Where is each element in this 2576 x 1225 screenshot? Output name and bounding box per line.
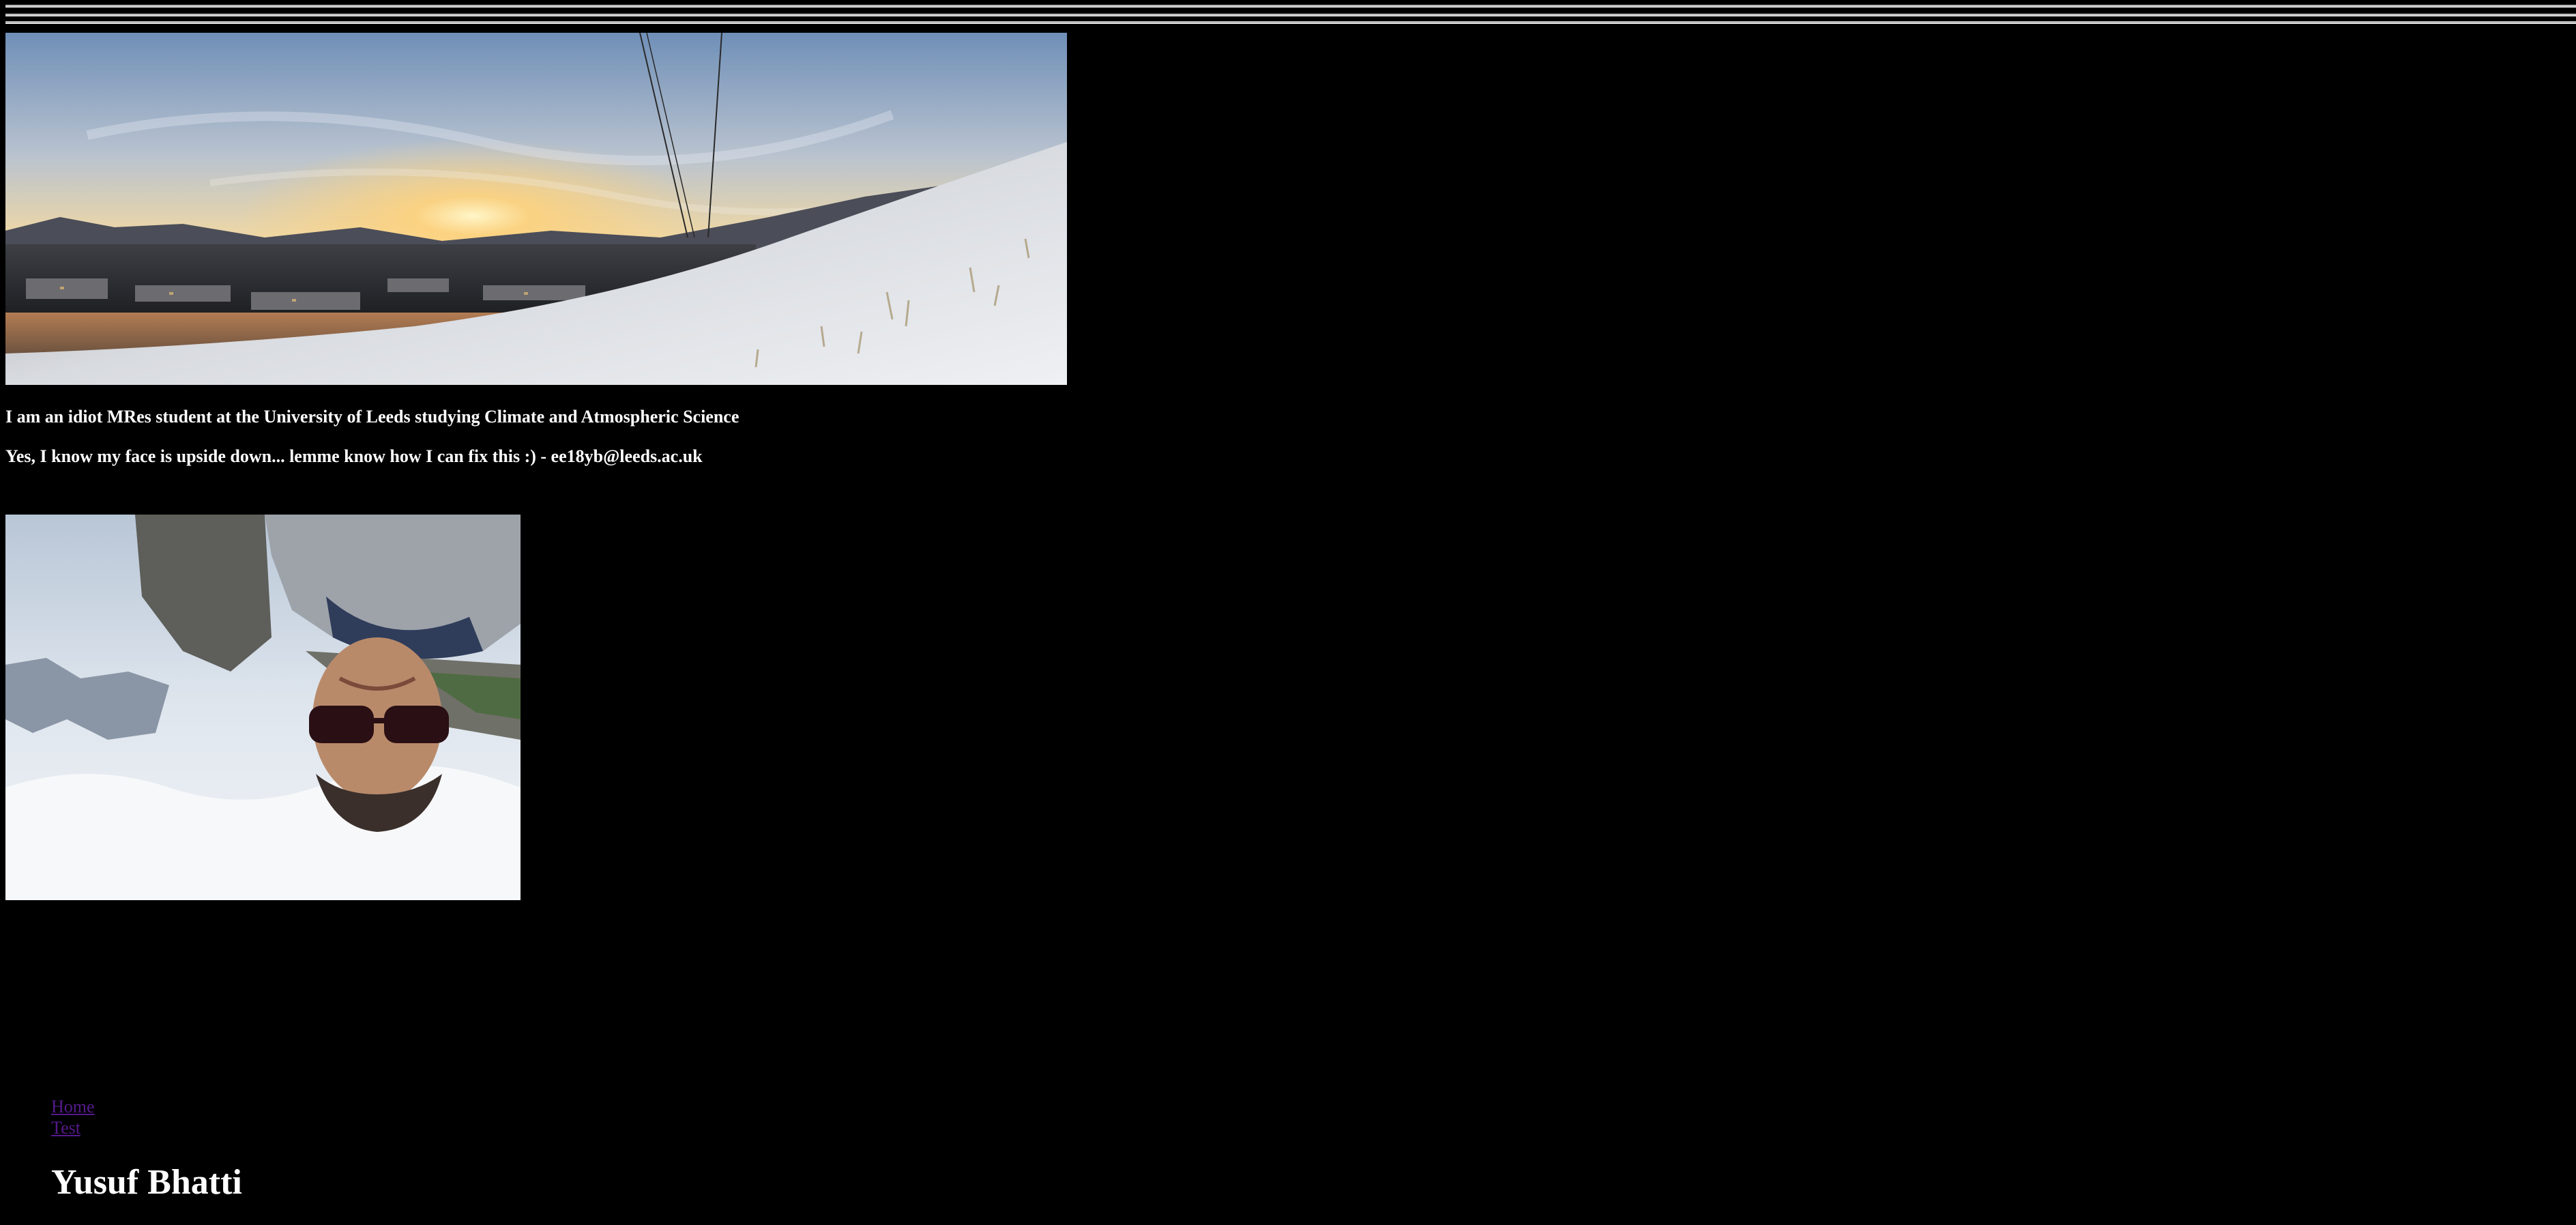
page: I am an idiot MRes student at the Univer…	[0, 0, 2576, 1225]
site-nav: Home Test	[51, 1096, 95, 1138]
landscape-photo-icon	[5, 33, 1067, 385]
nav-link-home[interactable]: Home	[51, 1096, 95, 1117]
portrait-photo-icon	[5, 515, 521, 900]
site-title: Yusuf Bhatti	[51, 1163, 242, 1202]
landscape-banner-image	[5, 33, 1067, 385]
portrait-image	[5, 515, 521, 900]
horizontal-rule	[5, 21, 2576, 24]
intro-text: I am an idiot MRes student at the Univer…	[5, 407, 740, 427]
nav-link-test[interactable]: Test	[51, 1117, 95, 1138]
horizontal-rule	[5, 14, 2576, 16]
face-note-text: Yes, I know my face is upside down... le…	[5, 446, 703, 466]
horizontal-rule	[5, 5, 2576, 8]
